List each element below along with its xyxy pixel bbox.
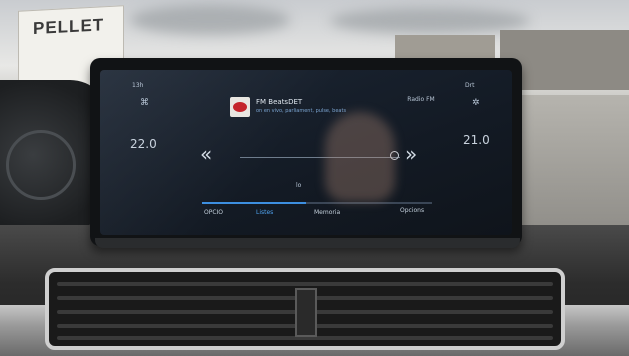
source-label[interactable]: Radio FM <box>406 96 436 103</box>
vent-control-knob[interactable] <box>295 288 317 337</box>
seat-heat-icon[interactable]: ⌘ <box>140 98 149 108</box>
building <box>395 35 495 60</box>
cloud <box>130 5 290 35</box>
progress-bar <box>202 202 432 204</box>
tab-opcions[interactable]: Opcions <box>400 207 424 214</box>
glare-reflection <box>100 70 512 235</box>
station-name: FM BeatsDET <box>256 98 303 106</box>
right-temperature[interactable]: 21.0 <box>463 133 490 147</box>
time-label: 13h <box>132 82 144 89</box>
rewind-icon[interactable]: « <box>200 142 212 166</box>
gauge-dial <box>6 130 76 200</box>
fan-level-label: lo <box>296 182 302 189</box>
station-logo <box>230 97 250 117</box>
tab-listes[interactable]: Listes <box>256 209 273 216</box>
infotainment-screen: 13h Drt ⌘ ✲ 22.0 21.0 FM BeatsDET on en … <box>100 70 512 235</box>
vent-slat <box>57 282 553 286</box>
date-label: Drt <box>465 82 475 89</box>
rds-text: on en vivo, parliament, pulse, beats <box>256 108 347 114</box>
road-view <box>520 95 629 245</box>
tab-memoria[interactable]: Memoria <box>314 209 340 216</box>
tab-opcio[interactable]: OPCIO <box>204 209 223 216</box>
forward-icon[interactable]: » <box>405 142 417 166</box>
progress-fill <box>202 202 306 204</box>
car-dashboard-photo: PELLET 13h Drt ⌘ ✲ 22.0 21.0 FM BeatsDET… <box>0 0 629 356</box>
hand-reflection <box>325 112 395 202</box>
fan-icon[interactable]: ✲ <box>472 98 480 108</box>
left-temperature[interactable]: 22.0 <box>130 137 157 151</box>
billboard-text: PELLET <box>33 15 105 38</box>
screen-base <box>95 238 520 248</box>
